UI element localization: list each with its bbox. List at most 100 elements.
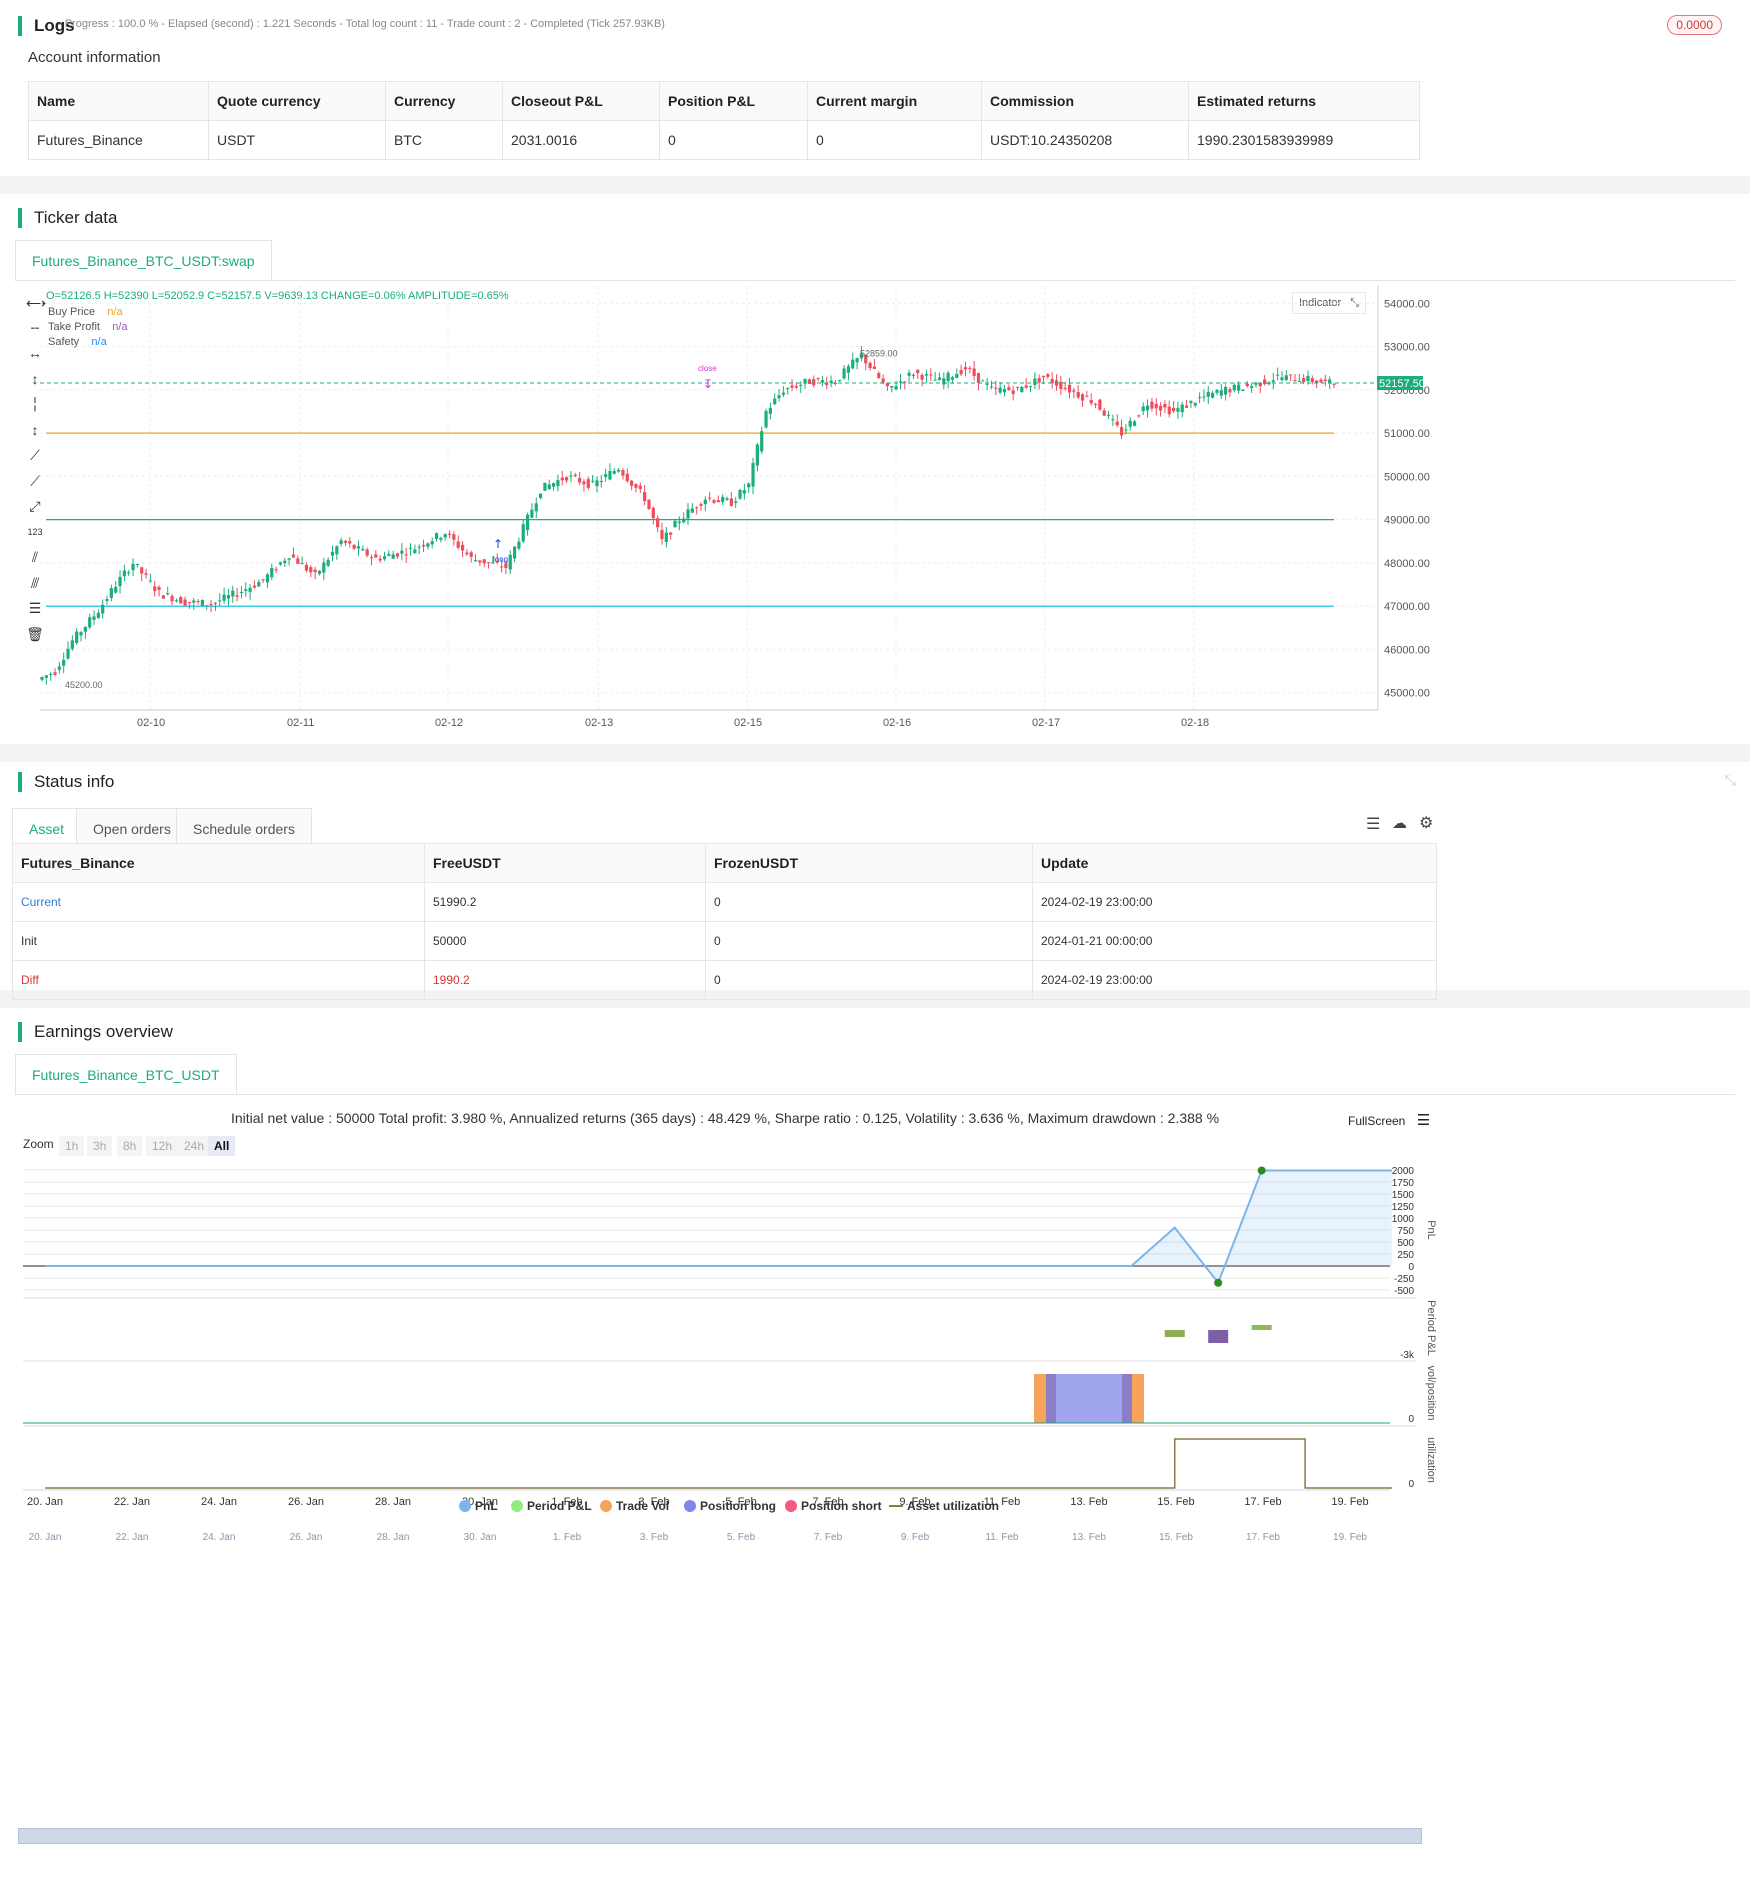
legend-period-pnl[interactable]: Period P&L: [511, 1499, 592, 1513]
candle-body: [586, 479, 590, 488]
zoom-1h-button[interactable]: 1h: [59, 1136, 85, 1156]
candle-body: [968, 367, 972, 369]
zoom-3h-button[interactable]: 3h: [87, 1136, 113, 1156]
candle-body: [868, 362, 872, 369]
candle-body: [1245, 383, 1249, 387]
candle-body: [244, 589, 248, 592]
candle-body: [551, 483, 556, 487]
time-tick-label: 02-17: [1032, 717, 1060, 729]
candle-body: [751, 462, 755, 487]
candle-body: [742, 490, 746, 494]
legend-position-short[interactable]: Position short: [785, 1499, 882, 1513]
earnings-tab-underline: [15, 1094, 1735, 1095]
candle-body: [643, 492, 647, 502]
candle-body: [296, 558, 300, 564]
candle-body: [599, 481, 603, 483]
candle-body: [604, 474, 608, 477]
settings-gear-icon[interactable]: ⚙: [1419, 813, 1433, 833]
account-td: Futures_Binance: [28, 120, 209, 160]
candle-body: [469, 552, 473, 557]
candle-body: [937, 377, 942, 381]
long-marker-label: long: [493, 555, 508, 564]
navigator-x-tick: 26. Jan: [290, 1532, 323, 1543]
asset-label-current: Current: [12, 882, 425, 922]
navigator-x-tick: 15. Feb: [1159, 1532, 1193, 1543]
candle-body: [1211, 392, 1215, 398]
candle-body: [122, 570, 126, 577]
candle-body: [946, 372, 950, 382]
candle-body: [439, 537, 443, 540]
account-th: Current margin: [807, 81, 982, 121]
candle-body: [1158, 405, 1163, 411]
legend-pnl-label: PnL: [475, 1499, 498, 1513]
candle-body: [786, 388, 790, 390]
menu-icon[interactable]: ☰: [1417, 1112, 1430, 1129]
zoom-all-button[interactable]: All: [208, 1136, 236, 1156]
candle-body: [799, 384, 803, 386]
candle-body: [569, 475, 573, 477]
candle-body: [144, 573, 148, 575]
earnings-x-tick: 20. Jan: [27, 1496, 63, 1508]
candle-body: [521, 524, 525, 542]
earnings-title: Earnings overview: [18, 1022, 173, 1042]
asset-th: Update: [1032, 843, 1437, 883]
candle-body: [187, 601, 192, 603]
candle-body: [1028, 385, 1033, 387]
candle-body: [395, 553, 400, 557]
candle-body: [183, 599, 187, 606]
navigator-scrollbar[interactable]: [18, 1828, 1422, 1844]
navigator-x-tick: 7. Feb: [814, 1532, 843, 1543]
account-td: USDT: [208, 120, 386, 160]
navigator-x-tick: 1. Feb: [553, 1532, 582, 1543]
pnl-tick-label: 750: [1397, 1226, 1414, 1237]
legend-asset-utilization[interactable]: Asset utilization: [889, 1499, 999, 1513]
legend-pnl[interactable]: PnL: [459, 1499, 498, 1513]
candle-body: [1189, 400, 1193, 403]
navigator-x-tick: 19. Feb: [1333, 1532, 1367, 1543]
candle-body: [1119, 427, 1124, 436]
earnings-tab[interactable]: Futures_Binance_BTC_USDT: [15, 1054, 237, 1095]
collapse-icon[interactable]: ⤡: [1725, 772, 1736, 789]
legend-trade-vol[interactable]: Trade Vol: [600, 1499, 669, 1513]
list-icon[interactable]: ☰: [1366, 814, 1380, 834]
candle-body: [1180, 404, 1184, 413]
candle-body: [1150, 401, 1154, 409]
candle-body: [695, 507, 699, 509]
candle-body: [88, 617, 92, 628]
candle-body: [924, 374, 929, 376]
candle-body: [192, 600, 196, 603]
zoom-8h-button[interactable]: 8h: [117, 1136, 143, 1156]
candle-body: [885, 383, 890, 387]
candle-body: [1115, 421, 1119, 426]
legend-position-long[interactable]: Position long: [684, 1499, 776, 1513]
candle-body: [473, 560, 478, 562]
candle-body: [504, 563, 508, 568]
candle-body: [1128, 420, 1132, 427]
fullscreen-button[interactable]: FullScreen ☰: [1348, 1111, 1430, 1129]
table-row: Diff 1990.2 0 2024-02-19 23:00:00: [12, 960, 1437, 1000]
candle-body: [721, 497, 725, 503]
candle-body: [1228, 389, 1232, 393]
earnings-summary: Initial net value : 50000 Total profit: …: [230, 1110, 1220, 1126]
pnl-tick-label: 1250: [1392, 1202, 1415, 1213]
candle-body: [976, 373, 981, 384]
candle-body: [140, 567, 144, 574]
pnl-tick-label: 2000: [1392, 1166, 1415, 1177]
asset-header-row: Futures_Binance FreeUSDT FrozenUSDT Upda…: [12, 843, 1437, 883]
navigator-x-tick: 17. Feb: [1246, 1532, 1280, 1543]
asset-th: Futures_Binance: [12, 843, 425, 883]
candle-body: [894, 386, 898, 390]
pnl-tick-label: -500: [1394, 1286, 1414, 1297]
cloud-upload-icon[interactable]: ☁: [1392, 814, 1407, 832]
account-th: Commission: [981, 81, 1189, 121]
candle-body: [669, 532, 673, 535]
candlestick-chart: 54000.0053000.0052000.0051000.0050000.00…: [40, 286, 1430, 729]
candle-body: [452, 534, 456, 540]
account-th: Name: [28, 81, 209, 121]
zoom-24h-button[interactable]: 24h: [178, 1136, 211, 1156]
asset-td: 0: [705, 921, 1033, 961]
zoom-12h-button[interactable]: 12h: [146, 1136, 179, 1156]
candle-body: [322, 562, 326, 573]
candle-body: [70, 640, 74, 649]
candle-body: [1167, 406, 1171, 415]
